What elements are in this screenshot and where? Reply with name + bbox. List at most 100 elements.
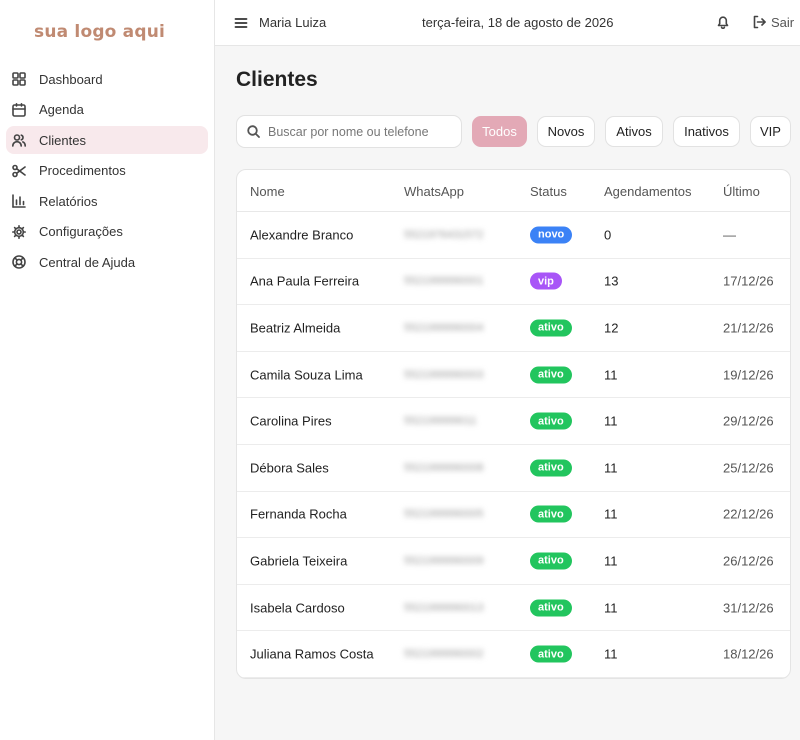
filter-vip[interactable]: VIP: [750, 116, 791, 147]
sidebar-item-dashboard[interactable]: Dashboard: [6, 65, 208, 93]
status-badge: ativo: [530, 366, 572, 384]
column-header-nome[interactable]: Nome: [250, 184, 285, 199]
dashboard-icon: [12, 72, 26, 86]
client-phone: 5521999990005: [404, 508, 484, 521]
client-name: Alexandre Branco: [250, 227, 354, 243]
user-name: Maria Luiza: [259, 15, 327, 30]
table-row[interactable]: Beatriz Almeida 5521999990004 ativo 12 2…: [237, 305, 790, 352]
appointment-count: 11: [604, 646, 618, 662]
search-input[interactable]: [268, 124, 448, 139]
sidebar-item-relatorios[interactable]: Relatórios: [6, 187, 208, 215]
table-row[interactable]: Fernanda Rocha 5521999990005 ativo 11 22…: [237, 492, 790, 539]
last-visit: 25/12/26: [723, 460, 774, 476]
table-row[interactable]: Camila Souza Lima 5521999990003 ativo 11…: [237, 352, 790, 399]
client-phone: 552199999011: [404, 415, 477, 428]
status-badge: vip: [530, 272, 562, 290]
sidebar-item-label: Central de Ajuda: [39, 254, 136, 270]
filter-ativos[interactable]: Ativos: [605, 116, 663, 147]
status-badge: novo: [530, 226, 573, 244]
sidebar-item-label: Relatórios: [39, 193, 98, 209]
scissors-icon: [12, 164, 26, 178]
sidebar-item-agenda[interactable]: Agenda: [6, 96, 208, 124]
table-row[interactable]: Carolina Pires 552199999011 ativo 11 29/…: [237, 398, 790, 445]
appointment-count: 11: [604, 413, 618, 429]
sidebar-item-label: Procedimentos: [39, 163, 126, 178]
logout-button[interactable]: Sair: [751, 14, 794, 30]
logout-icon: [751, 14, 767, 30]
sidebar-item-label: Dashboard: [39, 71, 103, 87]
sidebar-item-procedimentos[interactable]: Procedimentos: [6, 157, 208, 185]
filter-inativos[interactable]: Inativos: [673, 116, 740, 147]
sidebar-item-clientes[interactable]: Clientes: [6, 126, 208, 154]
client-phone: 5521976431572: [404, 228, 484, 241]
sidebar: sua logo aqui Dashboard Agenda Clientes …: [0, 0, 215, 740]
status-badge: ativo: [530, 599, 572, 617]
last-visit: 17/12/26: [723, 273, 774, 289]
client-phone: 5521999990002: [404, 648, 484, 661]
table-row[interactable]: Isabela Cardoso 5521999990013 ativo 11 3…: [237, 585, 790, 632]
client-name: Juliana Ramos Costa: [250, 646, 374, 662]
appointment-count: 11: [604, 506, 618, 522]
sidebar-item-label: Agenda: [39, 102, 84, 117]
appointment-count: 11: [604, 367, 618, 383]
client-phone: 5521999990004: [404, 321, 484, 334]
status-badge: ativo: [530, 505, 572, 523]
client-name: Beatriz Almeida: [250, 320, 341, 336]
appointment-count: 13: [604, 273, 619, 289]
appointment-count: 0: [604, 227, 612, 243]
client-name: Carolina Pires: [250, 413, 332, 429]
table-row[interactable]: Ana Paula Ferreira 5521999990001 vip 13 …: [237, 259, 790, 306]
last-visit: 21/12/26: [723, 320, 774, 336]
logout-label: Sair: [771, 14, 795, 30]
client-phone: 5521999990003: [404, 368, 484, 381]
client-phone: 5521999990009: [404, 554, 484, 567]
gear-icon: [12, 224, 26, 239]
filter-novos[interactable]: Novos: [537, 116, 595, 147]
appointment-count: 11: [604, 460, 618, 476]
topbar: Maria Luiza terça-feira, 18 de agosto de…: [215, 0, 800, 46]
column-header-agendamentos[interactable]: Agendamentos: [604, 184, 691, 199]
appointment-count: 11: [604, 600, 618, 616]
menu-icon[interactable]: [234, 16, 248, 30]
status-badge: ativo: [530, 552, 572, 570]
last-visit: —: [723, 227, 736, 243]
bell-icon[interactable]: [715, 14, 731, 30]
last-visit: 31/12/26: [723, 600, 774, 616]
search-icon: [247, 125, 260, 138]
appointment-count: 11: [604, 553, 618, 569]
lifebuoy-icon: [12, 255, 26, 269]
calendar-icon: [12, 102, 26, 117]
status-badge: ativo: [530, 412, 572, 430]
clients-table: Nome WhatsApp Status Agendamentos Último…: [236, 169, 791, 679]
table-header: Nome WhatsApp Status Agendamentos Último: [237, 170, 790, 212]
last-visit: 18/12/26: [723, 646, 774, 662]
sidebar-item-label: Clientes: [39, 132, 86, 148]
status-badge: ativo: [530, 459, 572, 477]
client-name: Camila Souza Lima: [250, 367, 363, 383]
table-row[interactable]: Alexandre Branco 5521976431572 novo 0 —: [237, 212, 790, 259]
last-visit: 19/12/26: [723, 367, 774, 383]
column-header-whatsapp[interactable]: WhatsApp: [404, 184, 464, 199]
bar-chart-icon: [12, 194, 26, 208]
logo: sua logo aqui: [34, 22, 166, 42]
search-box[interactable]: [236, 115, 462, 148]
last-visit: 22/12/26: [723, 506, 774, 522]
client-name: Débora Sales: [250, 460, 329, 476]
client-phone: 5521999990001: [404, 275, 484, 288]
sidebar-nav: Dashboard Agenda Clientes Procedimentos …: [6, 65, 208, 279]
sidebar-item-label: Configurações: [39, 224, 123, 239]
sidebar-item-configuracoes[interactable]: Configurações: [6, 218, 208, 246]
sidebar-item-central-de-ajuda[interactable]: Central de Ajuda: [6, 248, 208, 276]
last-visit: 26/12/26: [723, 553, 774, 569]
current-date: terça-feira, 18 de agosto de 2026: [422, 15, 614, 30]
table-row[interactable]: Gabriela Teixeira 5521999990009 ativo 11…: [237, 538, 790, 585]
column-header-status[interactable]: Status: [530, 184, 567, 199]
column-header-ultimo[interactable]: Último: [723, 184, 760, 199]
client-name: Ana Paula Ferreira: [250, 273, 360, 289]
page-title: Clientes: [236, 68, 318, 91]
client-name: Gabriela Teixeira: [250, 553, 348, 569]
filter-todos[interactable]: Todos: [472, 116, 527, 147]
client-phone: 5521999990013: [404, 601, 484, 614]
table-row[interactable]: Juliana Ramos Costa 5521999990002 ativo …: [237, 631, 790, 678]
table-row[interactable]: Débora Sales 5521999990008 ativo 11 25/1…: [237, 445, 790, 492]
